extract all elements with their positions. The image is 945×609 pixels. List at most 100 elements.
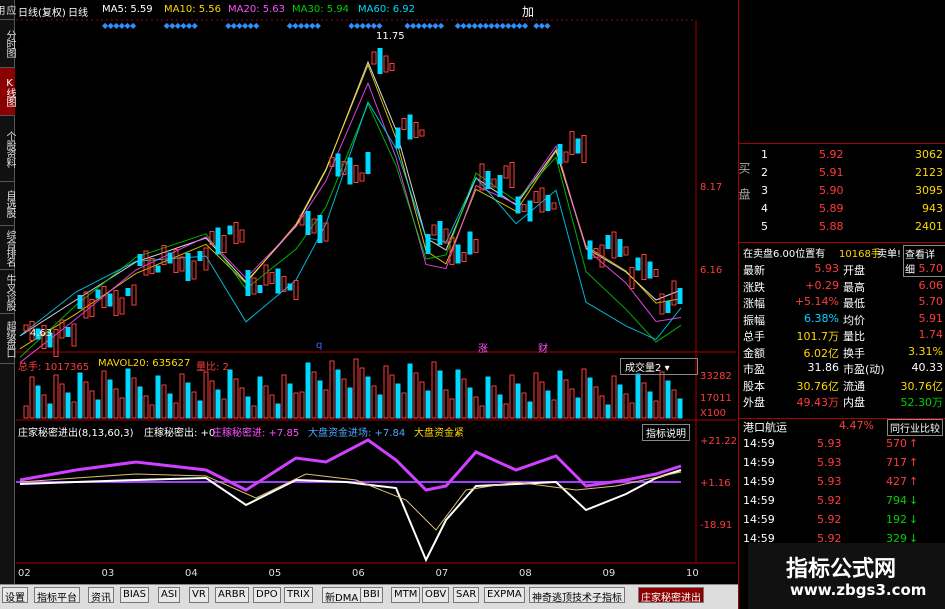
indicator-tab[interactable]: 指标平台 (34, 587, 80, 604)
nav-item-2[interactable]: K线图 (0, 68, 15, 116)
tick-row: 14:59 5.93 570 ↑ (739, 437, 945, 452)
volume-bar (605, 404, 611, 419)
volume-bar (341, 378, 347, 419)
tick-volume: 794 (886, 494, 907, 507)
volume-bar (53, 374, 59, 419)
volume-bar (305, 362, 311, 419)
indicator-tab[interactable]: DPO (253, 587, 281, 603)
month-label: 07 (435, 568, 449, 579)
candlestick (71, 323, 77, 347)
indicator-tab[interactable]: MTM (391, 587, 421, 603)
indicator-tab[interactable]: 资讯 (88, 587, 114, 604)
level-number: 4 (761, 202, 768, 215)
quote-label: 外盘 (743, 396, 765, 409)
volume-bar (593, 386, 599, 419)
candlestick (467, 231, 473, 255)
volume-bar (191, 391, 197, 419)
candlestick (317, 215, 323, 243)
candlestick (461, 252, 467, 262)
industry-name[interactable]: 港口航运 (743, 419, 787, 435)
signal-marker: ◆ (544, 21, 551, 30)
indicator-tab[interactable]: BIAS (120, 587, 149, 603)
indicator-tab[interactable]: OBV (422, 587, 450, 603)
volume-bar (161, 384, 167, 419)
indicator-tab[interactable]: ASI (158, 587, 181, 603)
indicator-tab[interactable]: EXPMA (484, 587, 525, 603)
quote-label-2: 最低 (843, 297, 865, 310)
candlestick (191, 260, 197, 280)
quote-value: 49.43万 (796, 396, 840, 409)
tick-price: 5.92 (817, 513, 842, 526)
order-book-row[interactable]: 3 5.90 3095 (739, 184, 945, 199)
nav-item-0[interactable]: 应用 (0, 0, 15, 20)
volume-bar (155, 375, 161, 419)
nav-item-7[interactable]: 超级盘口 (0, 314, 15, 364)
candlestick (539, 187, 545, 213)
indicator-tab[interactable]: SAR (453, 587, 480, 603)
candlestick (185, 253, 191, 281)
volume-bar (575, 397, 581, 419)
volume-bar (557, 370, 563, 419)
nav-item-5[interactable]: 综合排名 (0, 226, 15, 270)
volume-bar (389, 374, 395, 419)
volume-bar (317, 380, 323, 419)
volume-bar (347, 387, 353, 419)
volume-bar (335, 369, 341, 419)
volume-bar (533, 372, 539, 419)
candlestick (113, 290, 119, 316)
indicator-help-button[interactable]: 指标说明 (642, 424, 690, 441)
indicator-tab[interactable]: BBI (360, 587, 383, 603)
kline-chart-area[interactable]: ◆ ◆ ◆ ◆ ◆ ◆ ◆ ◆ ◆ ◆ ◆ ◆ ◆ ◆ ◆ ◆ ◆ ◆ ◆ ◆ ◆ ◆ ◆ ◆ ◆ ◆ ◆ ◆ ◆ ◆ ◆ ◆ ◆ ◆ ◆ ◆ ◆ ◆ ◆ ◆… (16, 0, 737, 580)
indicator-tab[interactable]: VR (189, 587, 209, 603)
indicator-tab[interactable]: ARBR (215, 587, 249, 603)
indicator-tab[interactable]: 新DMA (322, 587, 362, 604)
order-book-row[interactable]: 4 5.89 943 (739, 202, 945, 217)
mode-label[interactable]: 日线 (68, 4, 88, 19)
tick-volume: 717 (886, 456, 907, 469)
candlestick (545, 195, 551, 211)
industry-compare-button[interactable]: 同行业比较 (887, 419, 943, 436)
candlestick (635, 257, 641, 271)
quote-value-2: 5.70 (918, 262, 944, 275)
kline-chart-svg[interactable]: ◆ ◆ ◆ ◆ ◆ ◆ ◆ ◆ ◆ ◆ ◆ ◆ ◆ ◆ ◆ ◆ ◆ ◆ ◆ ◆ ◆ ◆ ◆ ◆ ◆ ◆ ◆ ◆ ◆ ◆ ◆ ◆ ◆ ◆ ◆ ◆ ◆ ◆ ◆ ◆… (16, 0, 736, 580)
order-book-row[interactable]: 5 5.88 2401 (739, 220, 945, 235)
indicator-tab[interactable]: 庄家秘密进出 (638, 587, 704, 604)
candlestick (77, 295, 83, 309)
nav-item-1[interactable]: 分时图 (0, 20, 15, 68)
nav-item-4[interactable]: 自选股 (0, 182, 15, 226)
arrow-down-icon: ↓ (909, 513, 919, 526)
candlestick (407, 114, 413, 140)
quote-table: 最新 5.93 开盘 5.70 涨跌 +0.29 最高 6.06 涨幅 +5.14% 最低 5.70 振… (739, 262, 945, 412)
candlestick (617, 239, 623, 257)
volume-bar (599, 395, 605, 419)
candlestick (65, 327, 71, 337)
order-book-row[interactable]: 2 5.91 2123 (739, 166, 945, 181)
indicator-tab[interactable]: TRIX (284, 587, 313, 603)
tick-time: 14:59 (743, 494, 775, 507)
candlestick (215, 227, 221, 255)
signal-marker: ◆ (438, 21, 445, 30)
quote-value-2: 5.70 (918, 295, 944, 308)
add-button[interactable]: 加 (522, 3, 534, 20)
quote-label-2: 开盘 (843, 264, 865, 277)
volume-selector[interactable]: 成交量2 ▾ (620, 358, 698, 375)
candlestick (605, 235, 611, 249)
volume-bar (623, 393, 629, 419)
volume-bar (311, 371, 317, 419)
indicator-tab[interactable]: 神奇逃顶技术子指标 (529, 587, 625, 604)
candlestick (557, 144, 563, 164)
ma30-label: MA30: 5.94 (292, 4, 350, 15)
candlestick (437, 221, 443, 245)
candlestick (293, 280, 299, 300)
indicator-tab[interactable]: 设置 (2, 587, 28, 604)
quote-label-2: 量比 (843, 330, 865, 343)
order-book-row[interactable]: 1 5.92 3062 (739, 148, 945, 163)
period-label[interactable]: 日线(复权) (18, 4, 66, 19)
quote-row: 涨幅 +5.14% 最低 5.70 (739, 295, 945, 310)
candlestick (533, 191, 539, 203)
candlestick (389, 63, 395, 71)
level-volume: 3095 (915, 184, 943, 197)
nav-item-6[interactable]: 牛叉诊股 (0, 270, 15, 314)
volume-bar (413, 372, 419, 419)
nav-item-3[interactable]: 个股资料 (0, 116, 15, 182)
